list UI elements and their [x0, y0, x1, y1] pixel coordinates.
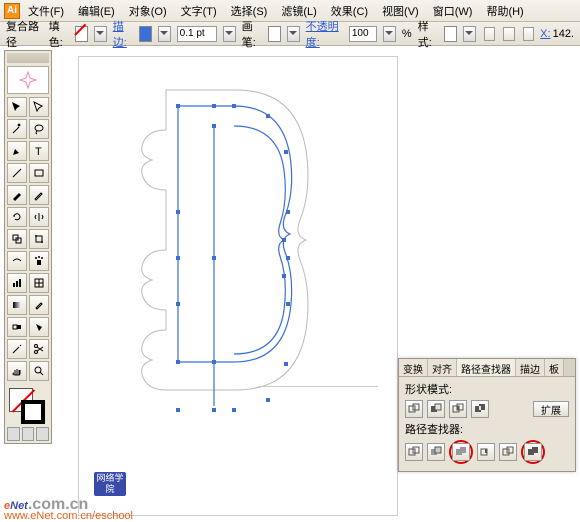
tool-direct-selection[interactable]: [29, 97, 49, 117]
tool-gradient[interactable]: [7, 295, 27, 315]
opt-btn-3[interactable]: [523, 27, 534, 41]
tool-slice[interactable]: [7, 339, 27, 359]
tool-reflect[interactable]: [29, 207, 49, 227]
brush-label: 画笔:: [242, 18, 262, 50]
pf-merge[interactable]: [452, 443, 470, 461]
stroke-swatch[interactable]: [139, 26, 152, 42]
tool-warp[interactable]: [7, 251, 27, 271]
stroke-weight-dropdown[interactable]: [223, 26, 236, 42]
tool-lasso[interactable]: [29, 119, 49, 139]
pf-trim[interactable]: [427, 443, 445, 461]
toolbox-grip[interactable]: [7, 53, 49, 63]
panel-tabs: 变换 对齐 路径查找器 描边 板: [399, 359, 575, 377]
tool-blend[interactable]: [7, 317, 27, 337]
tab-align[interactable]: 对齐: [428, 359, 457, 376]
tool-rectangle[interactable]: [29, 163, 49, 183]
shapemode-add[interactable]: [405, 400, 423, 418]
brush-dropdown[interactable]: [287, 26, 300, 42]
tool-grid: T: [7, 97, 49, 381]
shape-mode-label: 形状模式:: [405, 381, 569, 397]
tool-column-graph[interactable]: [7, 273, 27, 293]
pathfinder-label: 路径查找器:: [405, 421, 569, 437]
tab-pathfinder[interactable]: 路径查找器: [457, 359, 516, 376]
tool-free-transform[interactable]: [29, 229, 49, 249]
guide-line: [258, 386, 378, 387]
opacity-unit: %: [402, 28, 412, 40]
tool-scissors[interactable]: [29, 339, 49, 359]
options-bar: 复合路径 填色: 描边: 画笔: 不透明度: % 样式: X: 142.: [0, 22, 580, 46]
stroke-dropdown[interactable]: [158, 26, 171, 42]
fill-label: 填色:: [49, 18, 69, 50]
tool-eyedropper[interactable]: [29, 295, 49, 315]
path-type-label: 复合路径: [6, 18, 41, 50]
mode-none[interactable]: [36, 427, 49, 441]
brush-swatch[interactable]: [268, 26, 281, 42]
opacity-label[interactable]: 不透明度:: [306, 18, 343, 50]
shapemode-intersect[interactable]: [449, 400, 467, 418]
toolbox: T: [4, 50, 52, 444]
pf-minus-back[interactable]: [524, 443, 542, 461]
pathfinder-panel: 变换 对齐 路径查找器 描边 板 形状模式: 扩展 路径查找器:: [398, 358, 576, 472]
fill-swatch[interactable]: [75, 26, 88, 42]
tool-pencil[interactable]: [29, 185, 49, 205]
tool-rotate[interactable]: [7, 207, 27, 227]
mode-gradient[interactable]: [22, 427, 35, 441]
tab-more[interactable]: 板: [545, 359, 564, 376]
tool-zoom[interactable]: [29, 361, 49, 381]
opt-btn-1[interactable]: [484, 27, 495, 41]
mode-color[interactable]: [7, 427, 20, 441]
color-modes: [7, 427, 49, 441]
tool-line[interactable]: [7, 163, 27, 183]
tab-stroke[interactable]: 描边: [516, 359, 545, 376]
tab-transform[interactable]: 变换: [399, 359, 428, 376]
shapemode-subtract[interactable]: [427, 400, 445, 418]
shapemode-exclude[interactable]: [471, 400, 489, 418]
pf-crop[interactable]: [477, 443, 495, 461]
tool-type[interactable]: T: [29, 141, 49, 161]
menu-type[interactable]: 文字(T): [175, 1, 223, 21]
app-icon: Ai: [4, 3, 20, 19]
stroke-label[interactable]: 描边:: [113, 18, 133, 50]
style-label: 样式:: [418, 18, 438, 50]
x-label[interactable]: X:: [540, 28, 550, 40]
opacity-input[interactable]: [349, 26, 377, 42]
tool-selection[interactable]: [7, 97, 27, 117]
fill-dropdown[interactable]: [94, 26, 107, 42]
tool-hand[interactable]: [7, 361, 27, 381]
watermark-badge: 网络学院: [94, 472, 126, 496]
tool-symbol-sprayer[interactable]: [29, 251, 49, 271]
tool-scale[interactable]: [7, 229, 27, 249]
tool-mesh[interactable]: [29, 273, 49, 293]
opt-btn-2[interactable]: [503, 27, 514, 41]
stroke-indicator[interactable]: [21, 400, 45, 424]
stroke-weight-input[interactable]: [177, 26, 217, 42]
pf-divide[interactable]: [405, 443, 423, 461]
watermark-url: www.eNet.com.cn/eschool: [4, 510, 133, 522]
expand-button[interactable]: 扩展: [533, 401, 569, 417]
tool-paintbrush[interactable]: [7, 185, 27, 205]
menu-bar: Ai 文件(F) 编辑(E) 对象(O) 文字(T) 选择(S) 滤镜(L) 效…: [0, 0, 580, 22]
style-swatch[interactable]: [444, 26, 457, 42]
svg-text:T: T: [35, 146, 42, 158]
tool-magic-wand[interactable]: [7, 119, 27, 139]
tool-pen[interactable]: [7, 141, 27, 161]
toolbox-logo: [7, 66, 49, 94]
x-value: 142.: [553, 28, 574, 40]
opacity-dropdown[interactable]: [383, 26, 396, 42]
fill-stroke-control[interactable]: [7, 386, 49, 424]
selected-path-d[interactable]: [106, 70, 346, 490]
style-dropdown[interactable]: [463, 26, 476, 42]
pf-outline[interactable]: [499, 443, 517, 461]
tool-live-paint[interactable]: [29, 317, 49, 337]
menu-help[interactable]: 帮助(H): [480, 1, 529, 21]
